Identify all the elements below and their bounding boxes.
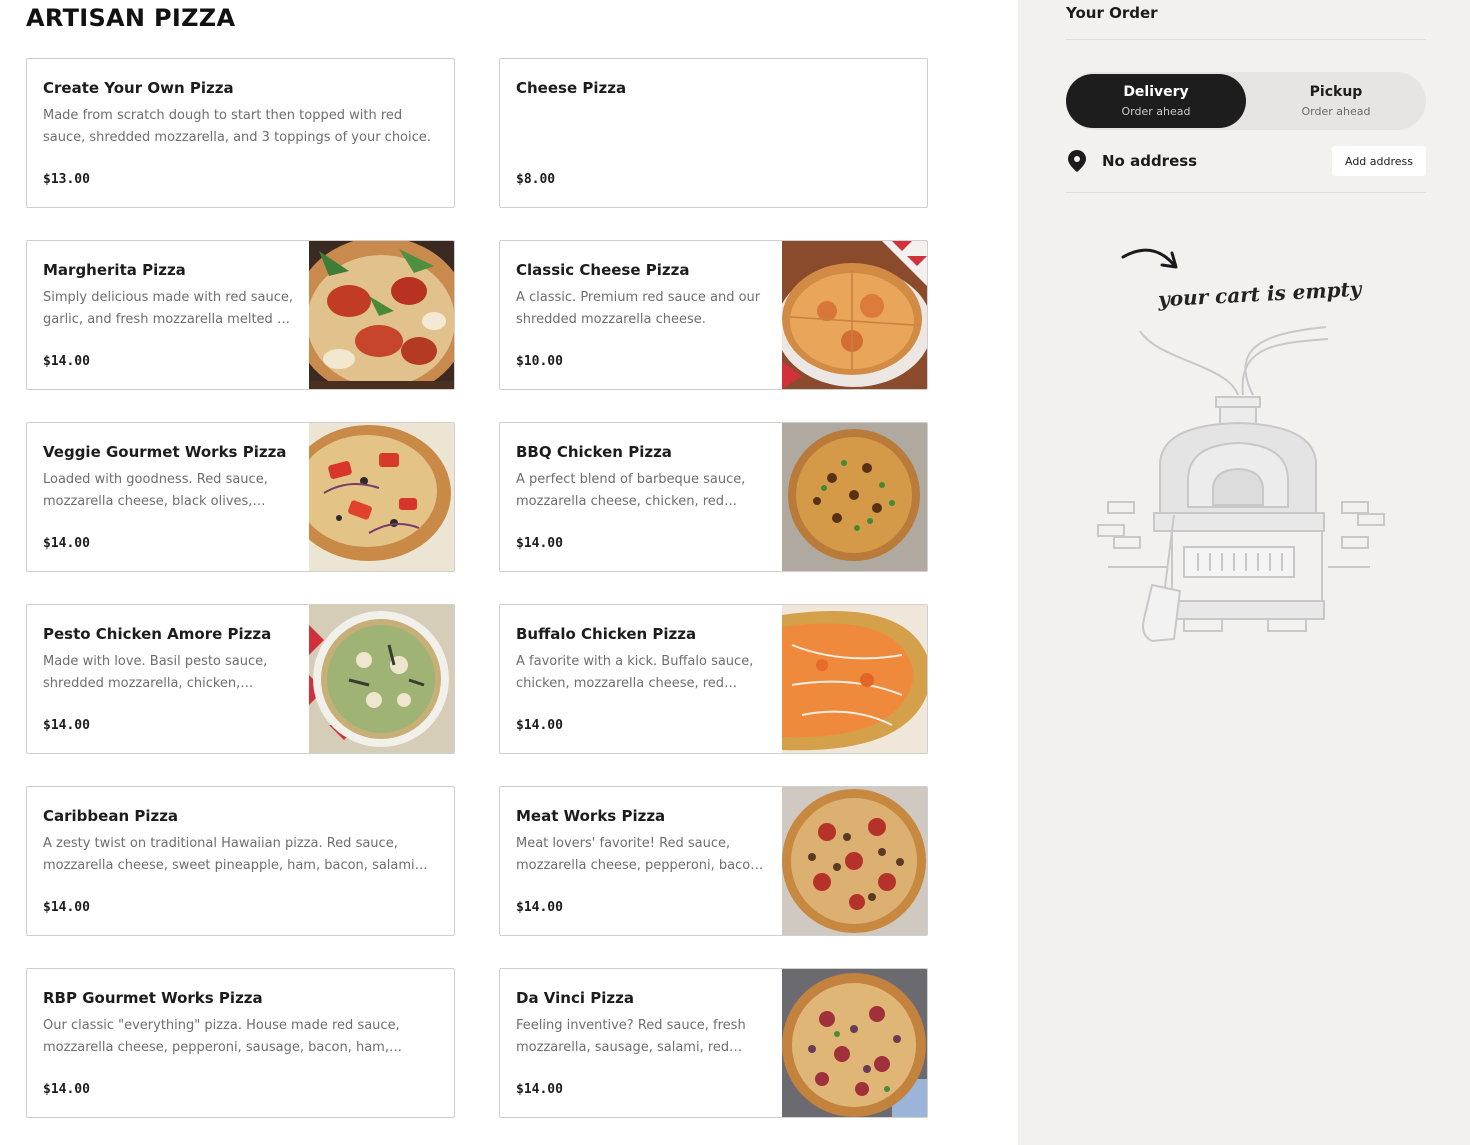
pizza-photo [309,423,454,571]
order-title: Your Order [1066,4,1158,22]
menu-item-price: $10.00 [516,354,563,369]
pizza-photo [782,969,927,1117]
menu-item-text: Margherita Pizza Simply delicious made w… [43,261,293,331]
menu-item-price: $14.00 [516,536,563,551]
menu-item-price: $14.00 [43,354,90,369]
delivery-option[interactable]: Delivery Order ahead [1066,74,1246,128]
menu-item-name: Buffalo Chicken Pizza [516,625,697,643]
divider [1066,39,1426,40]
address-row: No address Add address [1066,145,1426,177]
pizza-photo [309,241,454,389]
menu-item-name: Veggie Gourmet Works Pizza [43,443,287,461]
menu-item-name: Pesto Chicken Amore Pizza [43,625,272,643]
menu-item-cheese-pizza[interactable]: Cheese Pizza $8.00 [499,58,928,208]
menu-item-create-your-own-pizza[interactable]: Create Your Own Pizza Made from scratch … [26,58,455,208]
menu-item-description: A classic. Premium red sauce and our shr… [516,290,761,327]
menu-item-description: A perfect blend of barbeque sauce, mozza… [516,472,746,509]
pickup-sublabel: Order ahead [1301,105,1371,118]
menu-item-description: Made with love. Basil pesto sauce, shred… [43,654,268,691]
menu-item-veggie-gourmet-works-pizza[interactable]: Veggie Gourmet Works Pizza Loaded with g… [26,422,455,572]
menu-item-da-vinci-pizza[interactable]: Da Vinci Pizza Feeling inventive? Red sa… [499,968,928,1118]
pizza-photo [782,605,927,753]
menu-item-name: Classic Cheese Pizza [516,261,690,279]
menu-item-text: Cheese Pizza [516,79,912,105]
delivery-sublabel: Order ahead [1121,105,1191,118]
menu-item-name: BBQ Chicken Pizza [516,443,672,461]
menu-item-description: Loaded with goodness. Red sauce, mozzare… [43,472,268,509]
menu-item-price: $14.00 [43,718,90,733]
menu-section: ARTISAN PIZZA Create Your Own Pizza Made… [0,0,1018,1145]
menu-item-name: Cheese Pizza [516,79,627,97]
pizza-photo [309,605,454,753]
menu-item-name: Meat Works Pizza [516,807,666,825]
menu-item-price: $14.00 [43,1082,90,1097]
pickup-option[interactable]: Pickup Order ahead [1246,74,1426,128]
menu-item-text: Da Vinci Pizza Feeling inventive? Red sa… [516,989,766,1059]
map-pin-icon [1068,150,1086,176]
menu-item-price: $14.00 [43,536,90,551]
menu-item-text: Meat Works Pizza Meat lovers' favorite! … [516,807,766,877]
section-title: ARTISAN PIZZA [26,4,236,32]
divider [1066,192,1426,193]
delivery-label: Delivery [1123,84,1189,100]
menu-item-text: RBP Gourmet Works Pizza Our classic "eve… [43,989,439,1059]
menu-item-pesto-chicken-amore-pizza[interactable]: Pesto Chicken Amore Pizza Made with love… [26,604,455,754]
menu-item-caribbean-pizza[interactable]: Caribbean Pizza A zesty twist on traditi… [26,786,455,936]
menu-item-margherita-pizza[interactable]: Margherita Pizza Simply delicious made w… [26,240,455,390]
menu-item-description: Simply delicious made with red sauce, ga… [43,290,293,327]
menu-item-text: Veggie Gourmet Works Pizza Loaded with g… [43,443,293,513]
pizza-photo [782,423,927,571]
pizza-photo [782,787,927,935]
menu-item-text: BBQ Chicken Pizza A perfect blend of bar… [516,443,766,513]
menu-item-text: Create Your Own Pizza Made from scratch … [43,79,439,149]
menu-item-description: Made from scratch dough to start then to… [43,108,431,145]
order-sidebar: Your Order Delivery Order ahead Pickup O… [1018,0,1470,1145]
fulfillment-toggle: Delivery Order ahead Pickup Order ahead [1066,72,1426,130]
menu-item-bbq-chicken-pizza[interactable]: BBQ Chicken Pizza A perfect blend of bar… [499,422,928,572]
menu-item-name: Create Your Own Pizza [43,79,234,97]
add-address-button[interactable]: Add address [1332,146,1426,176]
menu-item-description: Our classic "everything" pizza. House ma… [43,1018,400,1055]
menu-grid: Create Your Own Pizza Made from scratch … [26,58,928,1118]
menu-item-text: Classic Cheese Pizza A classic. Premium … [516,261,766,331]
menu-item-classic-cheese-pizza[interactable]: Classic Cheese Pizza A classic. Premium … [499,240,928,390]
menu-item-price: $8.00 [516,172,556,187]
menu-item-text: Buffalo Chicken Pizza A favorite with a … [516,625,766,695]
curved-arrow-icon [1121,248,1178,269]
menu-item-rbp-gourmet-works-pizza[interactable]: RBP Gourmet Works Pizza Our classic "eve… [26,968,455,1118]
menu-item-name: Caribbean Pizza [43,807,179,825]
menu-item-text: Caribbean Pizza A zesty twist on traditi… [43,807,439,877]
menu-item-description: Feeling inventive? Red sauce, fresh mozz… [516,1018,746,1055]
pickup-label: Pickup [1309,84,1363,100]
menu-item-name: RBP Gourmet Works Pizza [43,989,263,1007]
menu-item-price: $14.00 [516,718,563,733]
menu-item-description: Meat lovers' favorite! Red sauce, mozzar… [516,836,763,873]
pizza-photo [782,241,927,389]
menu-item-price: $13.00 [43,172,90,187]
menu-item-description: A zesty twist on traditional Hawaiian pi… [43,836,415,873]
menu-item-text: Pesto Chicken Amore Pizza Made with love… [43,625,293,695]
menu-item-price: $14.00 [43,900,90,915]
menu-item-price: $14.00 [516,900,563,915]
menu-item-name: Da Vinci Pizza [516,989,634,1007]
menu-item-price: $14.00 [516,1082,563,1097]
menu-item-description: A favorite with a kick. Buffalo sauce, c… [516,654,754,691]
menu-item-meat-works-pizza[interactable]: Meat Works Pizza Meat lovers' favorite! … [499,786,928,936]
menu-item-buffalo-chicken-pizza[interactable]: Buffalo Chicken Pizza A favorite with a … [499,604,928,754]
address-status: No address [1102,152,1198,170]
menu-item-name: Margherita Pizza [43,261,186,279]
